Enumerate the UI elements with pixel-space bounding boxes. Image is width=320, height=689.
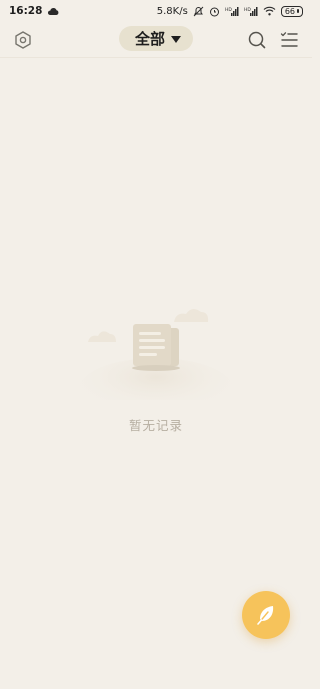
new-record-button[interactable]: [242, 591, 290, 639]
settings-button[interactable]: [10, 27, 36, 53]
cloud-notification-icon: [47, 7, 59, 16]
status-right: 5.8K/s HD HD 66: [156, 5, 303, 17]
checklist-button[interactable]: [276, 27, 302, 53]
empty-state: 暂无记录: [0, 290, 312, 440]
header-actions: [244, 27, 302, 53]
caret-down-icon: [171, 35, 182, 43]
status-time: 16:28: [9, 5, 43, 17]
hexagon-settings-icon: [15, 30, 31, 49]
wifi-icon: [263, 6, 276, 16]
search-button[interactable]: [244, 27, 270, 53]
empty-message: 暂无记录: [128, 418, 183, 433]
search-icon: [248, 31, 266, 48]
battery-level: 66: [284, 6, 295, 16]
status-bar: 16:28 5.8K/s HD HD 66: [0, 0, 312, 22]
filter-dropdown[interactable]: 全部: [118, 26, 194, 51]
app-header: 全部: [0, 22, 312, 58]
signal-hd-icon-1: HD: [225, 6, 239, 16]
svg-text:HD: HD: [225, 7, 232, 13]
filter-label: 全部: [134, 30, 166, 48]
mute-icon: [193, 6, 204, 17]
empty-notes-illustration: [78, 308, 234, 400]
feather-icon: [257, 606, 274, 625]
svg-text:HD: HD: [244, 7, 251, 13]
checklist-menu-icon: [280, 31, 298, 47]
alarm-icon: [209, 6, 220, 17]
net-speed: 5.8K/s: [156, 5, 188, 17]
battery-indicator: 66: [280, 5, 303, 17]
signal-hd-icon-2: HD: [244, 6, 258, 16]
status-left: 16:28: [9, 5, 59, 17]
